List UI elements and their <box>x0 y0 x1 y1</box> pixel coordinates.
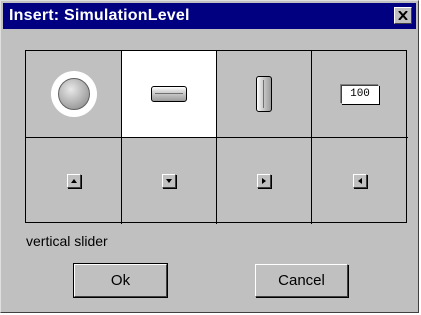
widget-cell-up-button[interactable] <box>26 138 122 224</box>
cancel-button-label: Cancel <box>278 272 325 289</box>
insert-dialog: Insert: SimulationLevel 100 vertical sli… <box>0 0 419 313</box>
numeric-display-value: 100 <box>350 88 370 100</box>
ok-button[interactable]: Ok <box>73 263 168 298</box>
arrow-button-icon <box>257 174 271 188</box>
arrow-button-icon <box>162 174 176 188</box>
horizontal-slider-icon <box>151 86 187 102</box>
arrow-left-icon <box>358 178 362 184</box>
close-icon <box>398 11 408 20</box>
arrow-up-icon <box>70 179 77 183</box>
numeric-display-icon: 100 <box>341 84 379 104</box>
widget-cell-right-button[interactable] <box>217 138 312 224</box>
widget-cell-left-button[interactable] <box>312 138 408 224</box>
widget-cell-horizontal-slider[interactable] <box>122 51 217 138</box>
close-button[interactable] <box>394 7 412 24</box>
knob-icon <box>50 71 97 117</box>
arrow-down-icon <box>166 179 172 183</box>
title-bar[interactable]: Insert: SimulationLevel <box>3 3 416 29</box>
arrow-button-icon <box>353 174 367 188</box>
widget-cell-down-button[interactable] <box>122 138 217 224</box>
ok-button-label: Ok <box>110 272 131 289</box>
window-title: Insert: SimulationLevel <box>9 7 190 24</box>
vertical-slider-icon <box>256 76 272 112</box>
widget-cell-numeric-display[interactable]: 100 <box>312 51 408 138</box>
widget-palette: 100 <box>25 50 408 224</box>
arrow-button-icon <box>66 174 81 188</box>
widget-description: vertical slider <box>26 233 108 249</box>
widget-cell-knob[interactable] <box>26 51 122 138</box>
widget-cell-vertical-slider[interactable] <box>217 51 312 138</box>
cancel-button[interactable]: Cancel <box>255 264 348 297</box>
arrow-right-icon <box>262 178 266 184</box>
